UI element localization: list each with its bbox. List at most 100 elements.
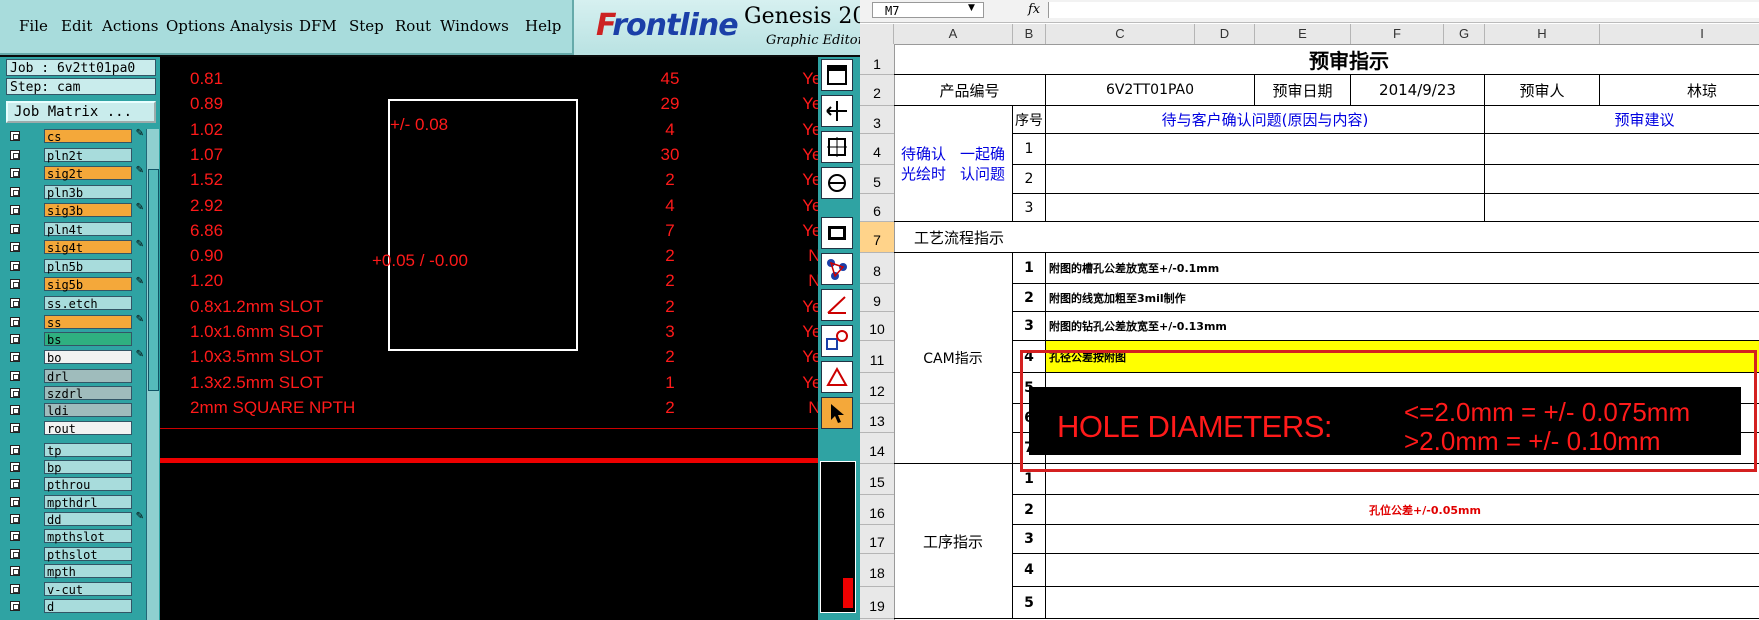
row-header[interactable]: 6: [860, 194, 894, 222]
layer-checkbox[interactable]: [10, 224, 20, 234]
layer-name[interactable]: mpthdrl: [44, 495, 132, 510]
mini-map[interactable]: [820, 461, 856, 613]
row-header[interactable]: 1: [860, 44, 894, 75]
column-header-f[interactable]: F: [1351, 24, 1444, 44]
layer-row[interactable]: mpthslot: [6, 529, 146, 544]
row-header[interactable]: 3: [860, 106, 894, 134]
process-item[interactable]: [1046, 525, 1759, 554]
layer-row[interactable]: drl: [6, 369, 146, 384]
layer-name[interactable]: ss.etch: [44, 296, 132, 311]
layer-row[interactable]: mpth: [6, 564, 146, 579]
menu-step[interactable]: Step: [349, 17, 384, 35]
layer-checkbox[interactable]: [10, 514, 20, 524]
layer-row[interactable]: pthslot: [6, 547, 146, 562]
tool-net[interactable]: [821, 253, 853, 285]
fx-icon[interactable]: fx: [1028, 2, 1040, 17]
issues-header[interactable]: 待与客户确认问题(原因与内容): [1046, 106, 1485, 134]
layer-name[interactable]: rout: [44, 421, 132, 436]
column-header-b[interactable]: B: [1013, 24, 1046, 44]
reviewer[interactable]: 林琼: [1600, 75, 1759, 106]
layer-name[interactable]: mpth: [44, 564, 132, 579]
row-header[interactable]: 11: [860, 341, 894, 373]
process-seq[interactable]: 2: [1013, 495, 1046, 525]
layer-name[interactable]: mpthslot: [44, 529, 132, 544]
process-flow[interactable]: 工艺流程指示: [894, 222, 1759, 253]
process-item[interactable]: [1046, 587, 1759, 619]
layer-row[interactable]: pln2t: [6, 148, 146, 163]
layer-name[interactable]: pthslot: [44, 547, 132, 562]
graphic-editor-canvas[interactable]: 0.81 45 Yes 0.89 29 Yes 1.02 4 Yes 1.07 30 Yes 1.52 2…: [160, 57, 818, 620]
job-matrix-button[interactable]: Job Matrix ...: [6, 101, 156, 123]
layer-name[interactable]: dd: [44, 512, 132, 527]
layer-name[interactable]: cs: [44, 129, 132, 144]
suggestion-cell[interactable]: [1485, 134, 1759, 165]
column-header-c[interactable]: C: [1046, 24, 1195, 44]
layer-row[interactable]: bo ✎: [6, 349, 146, 365]
layer-name[interactable]: pln3b: [44, 185, 132, 200]
row-header[interactable]: 13: [860, 404, 894, 433]
layer-row[interactable]: sig5b ✎: [6, 276, 146, 292]
cam-item[interactable]: 附图的线宽加粗至3mil制作: [1046, 284, 1759, 312]
layer-name[interactable]: bp: [44, 460, 132, 475]
layer-row[interactable]: ss.etch: [6, 296, 146, 311]
layer-checkbox[interactable]: [10, 566, 20, 576]
layer-checkbox[interactable]: [10, 531, 20, 541]
tool-display[interactable]: [821, 217, 853, 249]
tool-move[interactable]: [821, 95, 853, 127]
layer-row[interactable]: pthrou: [6, 477, 146, 492]
row-header[interactable]: 18: [860, 554, 894, 587]
layer-checkbox[interactable]: [10, 317, 20, 327]
layer-name[interactable]: szdrl: [44, 386, 132, 401]
row-header[interactable]: 4: [860, 134, 894, 165]
menu-actions[interactable]: Actions: [102, 17, 158, 35]
layer-row[interactable]: sig3b ✎: [6, 202, 146, 218]
column-header-a[interactable]: A: [894, 24, 1013, 44]
process-seq[interactable]: 4: [1013, 554, 1046, 587]
review-date-label[interactable]: 预审日期: [1255, 75, 1351, 106]
layer-name[interactable]: ss: [44, 315, 132, 330]
cam-item[interactable]: 附图的槽孔公差放宽至+/-0.1mm: [1046, 253, 1759, 284]
layer-name[interactable]: pln4t: [44, 222, 132, 237]
layer-row[interactable]: ss ✎: [6, 314, 146, 330]
layer-row[interactable]: pln5b: [6, 259, 146, 274]
layer-checkbox[interactable]: [10, 423, 20, 433]
layer-checkbox[interactable]: [10, 388, 20, 398]
layer-checkbox[interactable]: [10, 462, 20, 472]
layer-checkbox[interactable]: [10, 242, 20, 252]
layer-checkbox[interactable]: [10, 168, 20, 178]
cam-item[interactable]: 附图的钻孔公差放宽至+/-0.13mm: [1046, 312, 1759, 341]
layer-row[interactable]: dd ✎: [6, 511, 146, 527]
menu-help[interactable]: Help: [525, 17, 561, 35]
seq-label[interactable]: 序号: [1013, 106, 1046, 134]
sheet-title[interactable]: 预审指示: [894, 44, 1759, 75]
menu-windows[interactable]: Windows: [440, 17, 509, 35]
process-item[interactable]: [1046, 554, 1759, 587]
layer-name[interactable]: sig5b: [44, 277, 132, 292]
scrollbar-thumb[interactable]: [148, 169, 159, 391]
layer-row[interactable]: ldi: [6, 403, 146, 418]
layer-checkbox[interactable]: [10, 445, 20, 455]
layer-checkbox[interactable]: [10, 150, 20, 160]
cam-seq[interactable]: 3: [1013, 312, 1046, 341]
layer-checkbox[interactable]: [10, 584, 20, 594]
column-header-g[interactable]: G: [1444, 24, 1485, 44]
layer-name[interactable]: ldi: [44, 403, 132, 418]
layer-checkbox[interactable]: [10, 261, 20, 271]
layer-checkbox[interactable]: [10, 131, 20, 141]
formula-input[interactable]: [1048, 2, 1759, 18]
layer-name[interactable]: tp: [44, 443, 132, 458]
layer-name[interactable]: pthrou: [44, 477, 132, 492]
column-header-e[interactable]: E: [1255, 24, 1351, 44]
menu-rout[interactable]: Rout: [395, 17, 431, 35]
layer-row[interactable]: pln4t: [6, 222, 146, 237]
layer-row[interactable]: mpthdrl: [6, 495, 146, 510]
tool-zoom[interactable]: [821, 131, 853, 163]
review-date[interactable]: 2014/9/23: [1351, 75, 1485, 106]
menu-analysis[interactable]: Analysis: [230, 17, 293, 35]
chevron-down-icon[interactable]: ▼: [968, 3, 975, 13]
layer-name[interactable]: sig2t: [44, 166, 132, 181]
row-header[interactable]: 19: [860, 587, 894, 619]
layer-name[interactable]: bs: [44, 332, 132, 347]
layer-row[interactable]: pln3b: [6, 185, 146, 200]
product-no[interactable]: 6V2TT01PA0: [1046, 75, 1255, 106]
